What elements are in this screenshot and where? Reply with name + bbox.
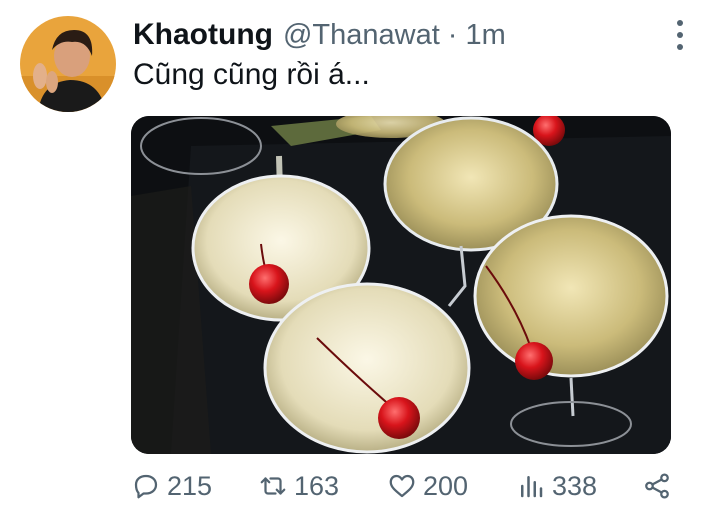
like-count: 200: [423, 470, 469, 501]
reply-icon: [134, 474, 158, 499]
tweet: Khaotung @Thanawat · 1m Cũng cũng rồi á.…: [0, 0, 720, 515]
views-icon: [521, 476, 543, 498]
reply-count: 215: [167, 470, 213, 501]
tweet-image[interactable]: [131, 116, 671, 454]
display-name[interactable]: Khaotung: [133, 18, 273, 52]
tweet-text: Cũng cũng rồi á...: [133, 58, 370, 91]
action-bar: 215 163 200 338: [131, 466, 691, 506]
share-icon: [645, 473, 669, 499]
views-count: 338: [552, 470, 598, 501]
retweet-button[interactable]: 163: [258, 466, 339, 506]
retweet-count: 163: [294, 470, 340, 501]
like-icon: [389, 474, 415, 498]
user-handle[interactable]: @Thanawat: [283, 19, 440, 52]
timestamp[interactable]: 1m: [465, 19, 505, 52]
like-button[interactable]: 200: [387, 466, 468, 506]
separator: ·: [447, 19, 458, 51]
avatar[interactable]: [20, 16, 116, 112]
reply-button[interactable]: 215: [131, 466, 212, 506]
views-button[interactable]: 338: [516, 466, 597, 506]
share-button[interactable]: [642, 466, 672, 506]
tweet-header: Khaotung @Thanawat · 1m: [133, 18, 506, 54]
retweet-icon: [260, 477, 286, 495]
more-options-icon[interactable]: [668, 20, 692, 50]
